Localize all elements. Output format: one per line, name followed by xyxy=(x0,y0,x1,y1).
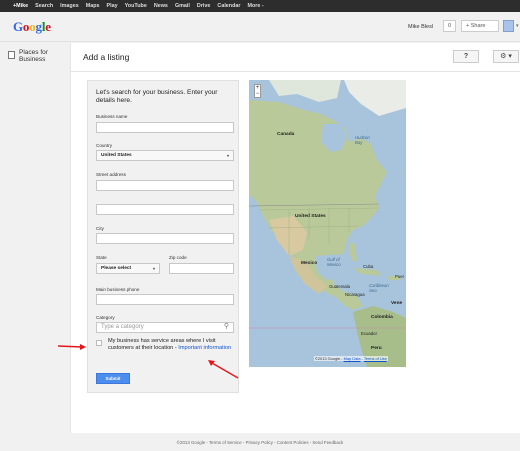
important-information-link[interactable]: Important information xyxy=(178,345,231,351)
topbar-link-plus-mike[interactable]: +Mike xyxy=(13,3,28,9)
submit-button[interactable]: Submit xyxy=(96,373,130,384)
nav-item-places-for-business[interactable]: Places for Business xyxy=(19,49,67,63)
country-label: Country xyxy=(96,143,113,148)
chevron-down-icon: ▾ xyxy=(226,153,229,158)
page-title: Add a listing xyxy=(83,52,130,62)
service-area-label: My business has service areas where I vi… xyxy=(108,338,236,352)
map-data-link[interactable]: Map Data xyxy=(344,356,361,361)
header: Google Mike Blesl 0 + Share ▾ xyxy=(0,12,520,42)
category-label: Category xyxy=(96,315,115,320)
city-label: City xyxy=(96,226,104,231)
listing-form: Let's search for your business. Enter yo… xyxy=(87,80,239,393)
map-label-canada: Canada xyxy=(277,132,295,137)
search-icon: ⚲ xyxy=(223,323,229,330)
topbar-link-search[interactable]: Search xyxy=(35,3,53,9)
category-input[interactable]: Type a category ⚲ xyxy=(96,322,234,333)
chevron-down-icon: ▾ xyxy=(152,266,155,271)
map-label-nicaragua: Nicaragua xyxy=(345,292,365,297)
help-button[interactable]: ? xyxy=(453,50,479,63)
form-intro: Let's search for your business. Enter yo… xyxy=(96,89,218,104)
street-address-input[interactable] xyxy=(96,180,234,191)
map-label-guatemala: Guatemala xyxy=(329,284,351,289)
google-top-bar: +Mike Search Images Maps Play YouTube Ne… xyxy=(0,0,520,12)
topbar-link-youtube[interactable]: YouTube xyxy=(125,3,147,9)
topbar-link-calendar[interactable]: Calendar xyxy=(217,3,240,9)
country-select[interactable]: United States ▾ xyxy=(96,150,234,161)
city-input[interactable] xyxy=(96,233,234,244)
business-name-input[interactable] xyxy=(96,122,234,133)
map-terrain xyxy=(249,80,406,367)
phone-label: Main business phone xyxy=(96,287,140,292)
chevron-down-icon[interactable]: ▾ xyxy=(516,23,519,29)
left-nav: Places for Business xyxy=(0,43,70,451)
zip-code-label: Zip code xyxy=(169,255,187,260)
map-label-hudson-bay: Hudson Bay xyxy=(355,135,370,145)
map-label-cuba: Cuba xyxy=(363,264,374,269)
header-divider xyxy=(71,71,520,72)
main-panel: Add a listing ? ⚙ ▾ Let's search for you… xyxy=(70,43,520,433)
map[interactable]: + − Canada Hudson Bay United States Mexi… xyxy=(249,80,406,367)
street-address-label: Street address xyxy=(96,172,126,177)
user-name[interactable]: Mike Blesl xyxy=(408,24,433,30)
map-label-gulf-of-mexico: Gulf of Mexico xyxy=(327,257,341,267)
category-placeholder: Type a category xyxy=(101,324,144,330)
settings-button[interactable]: ⚙ ▾ xyxy=(493,50,519,63)
map-label-peru: Peru xyxy=(371,346,382,351)
zip-code-input[interactable] xyxy=(169,263,234,274)
map-zoom-control: + − xyxy=(254,84,261,98)
map-label-ecuador: Ecuador xyxy=(361,331,378,336)
google-logo[interactable]: Google xyxy=(13,19,51,35)
map-label-mexico: Mexico xyxy=(301,261,318,266)
map-label-puerto-rico: Puer xyxy=(395,274,405,279)
avatar[interactable] xyxy=(503,20,514,32)
map-copyright: ©2013 Google - xyxy=(315,356,344,361)
state-label: State xyxy=(96,255,107,260)
map-label-colombia: Colombia xyxy=(371,315,393,320)
street-address-line2-input[interactable] xyxy=(96,204,234,215)
business-name-label: Business name xyxy=(96,114,128,119)
notifications-count[interactable]: 0 xyxy=(443,20,456,32)
map-label-united-states: United States xyxy=(295,214,326,219)
topbar-link-drive[interactable]: Drive xyxy=(197,3,211,9)
map-label-venezuela: Vene xyxy=(391,301,403,306)
page-footer: ©2013 Google - Terms of Service - Privac… xyxy=(176,440,344,445)
topbar-link-play[interactable]: Play xyxy=(106,3,117,9)
zoom-out-button[interactable]: − xyxy=(255,91,260,97)
topbar-link-images[interactable]: Images xyxy=(60,3,79,9)
topbar-link-more[interactable]: More - xyxy=(248,3,264,9)
country-value: United States xyxy=(101,153,132,158)
phone-input[interactable] xyxy=(96,294,234,305)
places-icon xyxy=(8,51,15,59)
state-value: Please select xyxy=(101,266,132,271)
share-button[interactable]: + Share xyxy=(461,20,499,32)
topbar-link-news[interactable]: News xyxy=(154,3,168,9)
service-area-checkbox[interactable] xyxy=(96,340,102,346)
map-label-caribbean-sea: Caribbean Sea xyxy=(369,283,389,293)
topbar-link-gmail[interactable]: Gmail xyxy=(175,3,190,9)
map-attribution: ©2013 Google - Map Data - Terms of Use xyxy=(314,356,388,361)
state-select[interactable]: Please select ▾ xyxy=(96,263,160,274)
terms-of-use-link[interactable]: Terms of Use xyxy=(364,356,387,361)
topbar-link-maps[interactable]: Maps xyxy=(86,3,100,9)
